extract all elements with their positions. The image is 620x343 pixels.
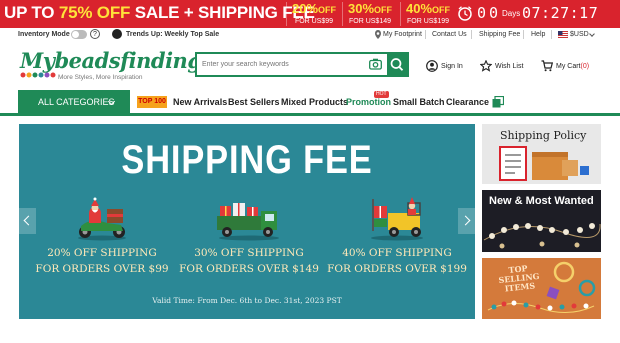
countdown-time: 07:27:17 [522, 4, 599, 22]
cart-count: (0) [580, 63, 590, 70]
promo-offer-20: 20%OFF FOR US$99 [286, 2, 341, 26]
divider [471, 30, 472, 39]
search-input[interactable] [197, 54, 367, 75]
tier-2-line-1: 30% OFF SHIPPING [194, 247, 304, 259]
new-most-wanted-title: New & Most Wanted [489, 195, 594, 207]
shipping-policy-tile[interactable]: Shipping Policy [482, 124, 601, 184]
jewelry-items-icon [487, 261, 596, 313]
countdown-day-digit-2: 0 [489, 4, 499, 22]
nav-mixed-products[interactable]: Mixed Products [281, 97, 348, 107]
search-box [195, 52, 409, 77]
shipping-policy-title: Shipping Policy [500, 129, 587, 142]
divider [523, 30, 524, 39]
help-link[interactable]: Help [531, 31, 545, 38]
nav-small-batch[interactable]: Small Batch [393, 97, 445, 107]
santa-forklift-icon [371, 197, 423, 241]
shipping-tier-20: 20% OFF SHIPPING FOR ORDERS OVER $99 [27, 195, 177, 277]
star-icon [480, 60, 492, 72]
all-categories-button[interactable]: ALL CATEGORIES [18, 90, 130, 114]
site-header: Mybeadsfindings More Styles, More Inspir… [0, 44, 620, 90]
alarm-clock-icon [458, 6, 472, 21]
cart-icon [541, 60, 553, 72]
sign-in-label: Sign In [441, 63, 463, 70]
hero-banner[interactable]: SHIPPING FEE 20% OFF SHIPPING FOR ORDERS… [19, 124, 475, 319]
user-icon [426, 60, 438, 72]
promo-headline: UP TO 75% OFF SALE + SHIPPING FEE [4, 3, 315, 22]
shipping-tier-40: 40% OFF SHIPPING FOR ORDERS OVER $199 [322, 195, 472, 277]
trends-link[interactable]: Trends Up: Weekly Top Sale [126, 31, 219, 38]
tier-3-line-2: FOR ORDERS OVER $199 [327, 263, 467, 275]
promo-banner[interactable]: UP TO 75% OFF SALE + SHIPPING FEE 20%OFF… [0, 0, 620, 28]
pearl-beads-icon [483, 223, 601, 249]
top-100-badge[interactable]: TOP 100 [137, 96, 167, 108]
currency-selector[interactable]: $USD [570, 31, 589, 38]
footprint-icon [375, 30, 381, 39]
nav-clearance[interactable]: Clearance [446, 97, 489, 107]
utility-bar: Inventory Mode ? Trends Up: Weekly Top S… [0, 28, 620, 43]
cart-label: My Cart(0) [556, 63, 590, 70]
tier-2-line-2: FOR ORDERS OVER $149 [179, 263, 319, 275]
promo-offer-30: 30%OFF FOR US$149 [342, 2, 397, 26]
hot-badge: HOT [374, 91, 389, 98]
help-icon[interactable]: ? [90, 29, 100, 39]
main-nav: ALL CATEGORIES TOP 100 New Arrivals Best… [0, 90, 620, 116]
logo-tagline: More Styles, More Inspiration [58, 74, 143, 81]
camera-search-icon[interactable] [369, 58, 382, 70]
wish-list-label: Wish List [495, 63, 524, 70]
trend-icon [112, 29, 122, 39]
us-flag-icon [558, 31, 568, 38]
top-selling-tile[interactable]: TOP SELLING ITEMS [482, 258, 601, 319]
gift-truck-icon [217, 203, 279, 241]
countdown-day-digit-1: 0 [477, 4, 487, 22]
inventory-mode-toggle[interactable] [71, 30, 87, 39]
logo-beads-icon [20, 72, 56, 78]
category-cube-icon[interactable] [492, 96, 504, 108]
inventory-mode-label: Inventory Mode [18, 31, 70, 38]
shipping-tier-30: 30% OFF SHIPPING FOR ORDERS OVER $149 [174, 195, 324, 277]
promo-offer-40: 40%OFF FOR US$199 [400, 2, 455, 26]
my-footprint-link[interactable]: My Footprint [383, 31, 422, 38]
nav-best-sellers[interactable]: Best Sellers [228, 97, 280, 107]
tier-1-line-1: 20% OFF SHIPPING [47, 247, 157, 259]
contact-us-link[interactable]: Contact Us [432, 31, 467, 38]
shipping-fee-link[interactable]: Shipping Fee [479, 31, 520, 38]
search-button[interactable] [387, 54, 407, 75]
countdown-days-label: Days [502, 9, 521, 18]
divider [425, 30, 426, 39]
santa-scooter-icon [78, 197, 126, 241]
divider [551, 30, 552, 39]
hero-title: SHIPPING FEE [121, 138, 373, 182]
all-categories-label: ALL CATEGORIES [38, 97, 115, 107]
tier-3-line-1: 40% OFF SHIPPING [342, 247, 452, 259]
site-logo[interactable]: Mybeadsfindings More Styles, More Inspir… [20, 48, 213, 88]
nav-promotion[interactable]: Promotion [346, 97, 391, 107]
shipping-boxes-icon [499, 146, 589, 181]
search-icon [390, 58, 404, 71]
chevron-down-icon [589, 31, 595, 37]
hero-valid-time: Valid Time: From Dec. 6th to Dec. 31st, … [152, 296, 342, 305]
new-most-wanted-tile[interactable]: New & Most Wanted [482, 190, 601, 252]
nav-new-arrivals[interactable]: New Arrivals [173, 97, 227, 107]
tier-1-line-2: FOR ORDERS OVER $99 [35, 263, 169, 275]
